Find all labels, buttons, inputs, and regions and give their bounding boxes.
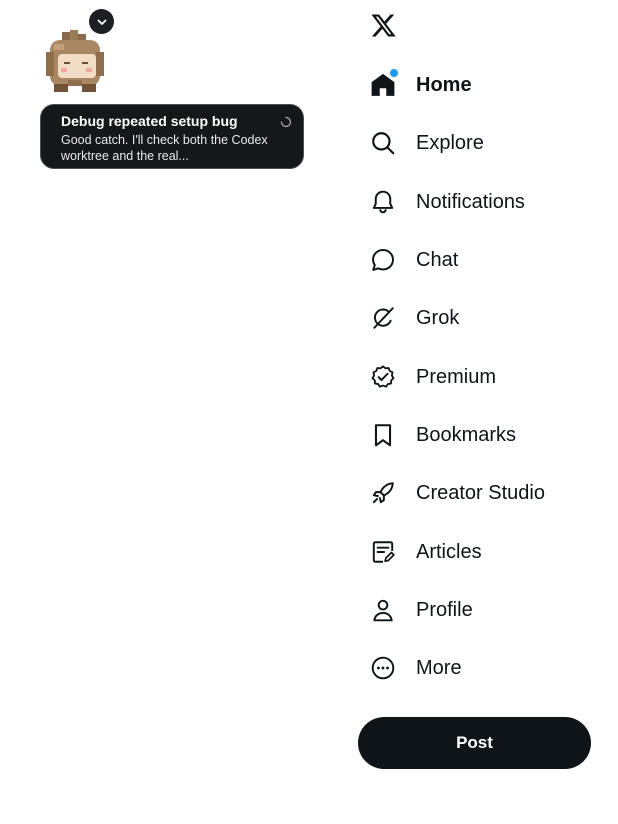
- nav-label-creator-studio: Creator Studio: [416, 482, 545, 505]
- nav-item-home[interactable]: Home: [358, 56, 608, 114]
- nav-label-home: Home: [416, 74, 472, 97]
- notification-body: Good catch. I'll check both the Codex wo…: [61, 133, 268, 163]
- more-circle-icon: [370, 655, 396, 681]
- nav-item-more[interactable]: More: [358, 639, 608, 697]
- grok-icon: [370, 305, 396, 331]
- nav-item-articles[interactable]: Articles: [358, 522, 608, 580]
- notification-dot: [389, 68, 399, 79]
- article-icon: [370, 539, 396, 565]
- nav-label-explore: Explore: [416, 132, 484, 155]
- nav-label-grok: Grok: [416, 307, 460, 330]
- bell-icon: [370, 189, 396, 215]
- person-icon: [370, 597, 396, 623]
- notification-title: Debug repeated setup bug: [61, 113, 238, 129]
- post-button[interactable]: Post: [358, 717, 591, 769]
- task-notification[interactable]: Debug repeated setup bug Good catch. I'l…: [40, 104, 304, 169]
- home-icon: [370, 68, 399, 98]
- nav-label-articles: Articles: [416, 540, 482, 563]
- nav-item-creator-studio[interactable]: Creator Studio: [358, 464, 608, 522]
- nav-label-more: More: [416, 657, 462, 680]
- nav-label-premium: Premium: [416, 365, 497, 388]
- chevron-down-icon: [97, 19, 106, 25]
- nav-item-chat[interactable]: Chat: [358, 231, 608, 289]
- nav-label-bookmarks: Bookmarks: [416, 423, 517, 446]
- nav-item-grok[interactable]: Grok: [358, 289, 608, 347]
- search-icon: [370, 130, 396, 156]
- rocket-icon: [370, 480, 396, 506]
- verified-badge-icon: [370, 364, 396, 390]
- nav-item-explore[interactable]: Explore: [358, 114, 608, 172]
- nav-label-chat: Chat: [416, 249, 459, 272]
- nav-item-premium[interactable]: Premium: [358, 347, 608, 405]
- x-logo-icon[interactable]: [370, 12, 397, 39]
- bookmark-icon: [370, 422, 396, 448]
- page: Debug repeated setup bug Good catch. I'l…: [0, 0, 618, 824]
- spinner-icon: [280, 116, 292, 128]
- primary-nav: Home Explore Notifications Chat Grok Pre…: [358, 56, 608, 697]
- nav-item-bookmarks[interactable]: Bookmarks: [358, 406, 608, 464]
- pixel-pet-icon[interactable]: [40, 30, 108, 96]
- nav-item-notifications[interactable]: Notifications: [358, 173, 608, 231]
- chat-bubble-icon: [370, 247, 396, 273]
- nav-label-notifications: Notifications: [416, 190, 525, 213]
- nav-label-profile: Profile: [416, 598, 473, 621]
- nav-item-profile[interactable]: Profile: [358, 581, 608, 639]
